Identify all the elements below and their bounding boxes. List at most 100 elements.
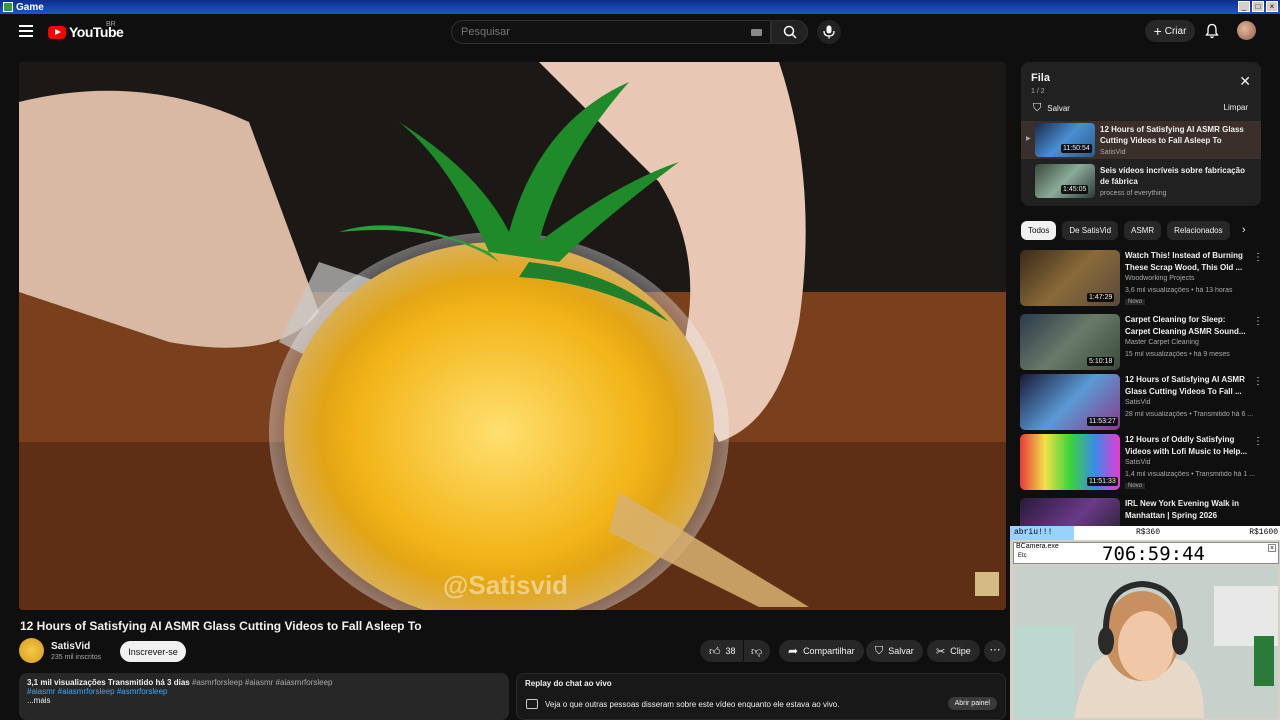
channel-avatar[interactable]: [19, 638, 44, 663]
user-avatar[interactable]: [1237, 21, 1256, 40]
thumbs-down-icon: 👎︎: [751, 645, 763, 658]
chevron-right-icon[interactable]: ›: [1242, 224, 1246, 236]
plus-icon: +: [1153, 23, 1162, 39]
chip-from-channel[interactable]: De SatisVid: [1062, 221, 1119, 240]
search-box: [451, 20, 771, 44]
chip-asmr[interactable]: ASMR: [1124, 221, 1162, 240]
more-options-icon[interactable]: ⋮: [1253, 376, 1263, 387]
recommendation-title: 12 Hours of Oddly Satisfying Videos with…: [1125, 435, 1248, 456]
timer-window: BCamera.exe Etc 706:59:44 ×: [1013, 542, 1279, 565]
goal-label: abriu!!!: [1010, 526, 1074, 540]
search-input[interactable]: [461, 26, 741, 38]
view-count: 3,1 mil visualizações Transmitido há 3 d…: [27, 678, 190, 687]
recommendation-title: 12 Hours of Satisfying AI ASMR Glass Cut…: [1125, 375, 1245, 396]
recommendation-item[interactable]: 1:47:29 Watch This! Instead of Burning T…: [1020, 250, 1270, 306]
subscribe-button[interactable]: Inscrever-se: [120, 641, 186, 662]
recommendation-meta: 28 mil visualizações • Transmitido há 6 …: [1125, 411, 1254, 418]
notifications-bell-icon[interactable]: [1205, 23, 1219, 39]
queue-count: 1 / 2: [1031, 88, 1045, 95]
queue-clear-button[interactable]: Limpar: [1224, 103, 1248, 112]
dislike-button[interactable]: 👎︎: [744, 640, 770, 662]
timer-close-icon[interactable]: ×: [1268, 544, 1276, 552]
filter-chips: Todos De SatisVid ASMR Relacionados: [1021, 221, 1230, 240]
more-options-icon[interactable]: ⋮: [1253, 316, 1263, 327]
minimize-button[interactable]: _: [1238, 1, 1250, 12]
recommendation-channel: SatisVid: [1125, 459, 1151, 466]
video-watermark: @Satisvid: [443, 570, 569, 600]
chat-replay-title: Replay do chat ao vivo: [525, 679, 612, 688]
chip-all[interactable]: Todos: [1021, 221, 1057, 240]
bookmark-icon: ⛉: [1033, 102, 1042, 114]
youtube-play-icon: [48, 25, 66, 39]
chat-replay-box: Replay do chat ao vivo Veja o que outras…: [516, 673, 1006, 720]
window-title: Game: [16, 1, 44, 13]
queue-duration: 11:50:54: [1061, 144, 1092, 153]
clip-label: Clipe: [950, 646, 971, 656]
queue-item-channel: process of everything: [1100, 190, 1167, 197]
chip-related[interactable]: Relacionados: [1167, 221, 1230, 240]
timer-window-menu[interactable]: Etc: [1018, 553, 1027, 559]
create-label: Criar: [1164, 25, 1187, 37]
timer-window-name: BCamera.exe: [1016, 543, 1059, 550]
clip-button[interactable]: ✂ Clipe: [927, 640, 980, 662]
create-button[interactable]: + Criar: [1145, 20, 1195, 42]
now-playing-icon: ▶: [1026, 136, 1031, 142]
webcam-feed: [1014, 566, 1278, 718]
recommendation-channel: Master Carpet Cleaning: [1125, 339, 1199, 346]
queue-save-label: Salvar: [1047, 104, 1070, 113]
thumbs-up-icon: 👍︎: [709, 645, 721, 658]
close-queue-icon[interactable]: ✕: [1239, 73, 1251, 90]
queue-panel: Fila 1 / 2 ✕ ⛉ Salvar Limpar ▶ 11:50:54 …: [1021, 62, 1261, 206]
queue-save-button[interactable]: ⛉ Salvar: [1033, 102, 1070, 115]
queue-item[interactable]: 1:45:05 Seis vídeos incríveis sobre fabr…: [1021, 162, 1261, 200]
chat-icon: [526, 699, 538, 709]
chat-replay-text: Veja o que outras pessoas disseram sobre…: [545, 700, 840, 709]
recommendation-meta: 1,4 mil visualizações • Transmitido há 1…: [1125, 471, 1255, 478]
recommendation-title: IRL New York Evening Walk in Manhattan |…: [1125, 499, 1239, 520]
recommendation-channel: Woodworking Projects: [1125, 275, 1195, 282]
close-window-button[interactable]: ×: [1266, 1, 1278, 12]
queue-item-title: Seis vídeos incríveis sobre fabricação d…: [1100, 166, 1245, 186]
save-button[interactable]: ⛉ Salvar: [866, 640, 923, 662]
webcam-person: [1014, 566, 1278, 718]
scissors-icon: ✂: [936, 645, 946, 658]
video-player[interactable]: @Satisvid: [19, 62, 1006, 610]
youtube-header: YouTube BR + Criar: [0, 14, 1280, 50]
voice-search-button[interactable]: [817, 20, 841, 44]
app-icon: [3, 2, 13, 12]
stream-timer: 706:59:44: [1102, 543, 1205, 565]
show-more-link[interactable]: ...mais: [27, 696, 501, 705]
share-button[interactable]: ➦ Compartilhar: [779, 640, 864, 662]
region-code: BR: [106, 21, 116, 28]
open-panel-button[interactable]: Abrir painel: [947, 697, 997, 710]
channel-name[interactable]: SatisVid: [51, 641, 90, 652]
more-actions-button[interactable]: ⋯: [984, 640, 1006, 662]
donation-goal-bar: abriu!!! R$360 R$1600: [1010, 526, 1280, 540]
more-options-icon[interactable]: ⋮: [1253, 252, 1263, 263]
queue-item-title: 12 Hours of Satisfying AI ASMR Glass Cut…: [1100, 125, 1244, 145]
recommendation-item[interactable]: 11:51:33 12 Hours of Oddly Satisfying Vi…: [1020, 434, 1270, 490]
menu-icon[interactable]: [19, 25, 33, 37]
recommendation-item[interactable]: IRL New York Evening Walk in Manhattan |…: [1020, 498, 1270, 526]
maximize-button[interactable]: □: [1252, 1, 1264, 12]
hashtag-links[interactable]: #aiasmr #aiasmrforsleep #asmrforsleep: [27, 687, 501, 696]
search-icon: [783, 25, 797, 39]
channel-watermark-thumbnail[interactable]: [975, 572, 999, 596]
recommendation-title: Carpet Cleaning for Sleep: Carpet Cleani…: [1125, 315, 1246, 336]
microphone-icon: [823, 25, 835, 39]
new-badge: Novo: [1125, 483, 1146, 489]
like-button[interactable]: 👍︎ 38: [700, 640, 743, 662]
recommendation-duration: 11:53:27: [1087, 417, 1118, 426]
goal-target: R$1600: [1249, 528, 1278, 537]
recommendation-item[interactable]: 5:10:18 Carpet Cleaning for Sleep: Carpe…: [1020, 314, 1270, 370]
recommendation-duration: 5:10:18: [1087, 357, 1115, 366]
description-box[interactable]: 3,1 mil visualizações Transmitido há 3 d…: [19, 673, 509, 720]
keyboard-icon[interactable]: [751, 29, 762, 36]
more-options-icon[interactable]: ⋮: [1253, 436, 1263, 447]
queue-item[interactable]: ▶ 11:50:54 12 Hours of Satisfying AI ASM…: [1021, 121, 1261, 159]
recommendation-title: Watch This! Instead of Burning These Scr…: [1125, 251, 1243, 272]
bookmark-icon: ⛉: [875, 644, 884, 657]
queue-title: Fila: [1031, 72, 1050, 84]
search-button[interactable]: [771, 20, 808, 44]
recommendation-item[interactable]: 11:53:27 12 Hours of Satisfying AI ASMR …: [1020, 374, 1270, 430]
